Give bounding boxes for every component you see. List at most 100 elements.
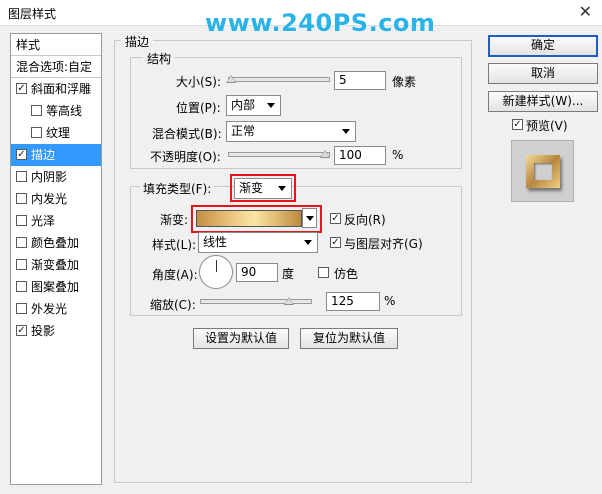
style-item[interactable]: 纹理 bbox=[11, 122, 101, 144]
style-item[interactable]: 颜色叠加 bbox=[11, 232, 101, 254]
style-item[interactable]: 渐变叠加 bbox=[11, 254, 101, 276]
style-items: ✓ 斜面和浮雕等高线纹理 ✓ 描边内阴影内发光光泽颜色叠加渐变叠加图案叠加外发光 ✓ 投影 bbox=[11, 78, 101, 342]
preview-frame-inner bbox=[534, 163, 552, 180]
style-item-label: 外发光 bbox=[31, 302, 68, 316]
new-style-button[interactable]: 新建样式(W)... bbox=[488, 91, 598, 112]
angle-dial[interactable] bbox=[199, 255, 233, 289]
style-item-label: 投影 bbox=[31, 324, 56, 338]
position-label: 位置(P): bbox=[176, 101, 221, 115]
chevron-down-icon bbox=[278, 186, 286, 191]
style-item[interactable]: ✓ 斜面和浮雕 bbox=[11, 78, 101, 100]
style-item[interactable]: ✓ 投影 bbox=[11, 320, 101, 342]
scale-slider-track[interactable] bbox=[200, 299, 312, 304]
style-item-checkbox[interactable] bbox=[16, 171, 27, 182]
style-item-checkbox[interactable] bbox=[16, 303, 27, 314]
angle-label: 角度(A): bbox=[152, 268, 198, 282]
style-item[interactable]: 图案叠加 bbox=[11, 276, 101, 298]
gradient-dropdown[interactable] bbox=[302, 208, 317, 228]
blend-mode-value: 正常 bbox=[231, 124, 256, 138]
preview-label: 预览(V) bbox=[526, 119, 568, 133]
style-item[interactable]: 内阴影 bbox=[11, 166, 101, 188]
blend-mode-label: 混合模式(B): bbox=[152, 127, 222, 141]
reverse-label: 反向(R) bbox=[344, 213, 386, 227]
angle-unit: 度 bbox=[282, 267, 295, 281]
style-item-checkbox[interactable] bbox=[16, 193, 27, 204]
watermark: www.240PS.com bbox=[205, 9, 436, 37]
style-item-checkbox[interactable] bbox=[16, 259, 27, 270]
opacity-input[interactable]: 100 bbox=[334, 146, 386, 165]
fill-type-select[interactable]: 渐变 bbox=[234, 178, 292, 199]
style-item-label: 渐变叠加 bbox=[31, 258, 80, 272]
style-item-checkbox[interactable]: ✓ bbox=[16, 149, 27, 160]
cancel-button[interactable]: 取消 bbox=[488, 63, 598, 84]
opacity-slider-thumb[interactable] bbox=[320, 150, 330, 158]
style-preview bbox=[511, 140, 574, 202]
style-item[interactable]: ✓ 描边 bbox=[11, 144, 101, 166]
style-item-checkbox[interactable] bbox=[31, 127, 42, 138]
style-item-checkbox[interactable] bbox=[31, 105, 42, 116]
size-label: 大小(S): bbox=[176, 75, 222, 89]
blend-options-label: 混合选项:自定 bbox=[16, 60, 93, 74]
style-item-label: 颜色叠加 bbox=[31, 236, 80, 250]
gradient-label: 渐变: bbox=[160, 213, 189, 227]
gradient-picker[interactable] bbox=[196, 210, 302, 227]
size-slider-thumb[interactable] bbox=[226, 75, 236, 83]
opacity-slider-track[interactable] bbox=[228, 152, 330, 157]
fill-type-value: 渐变 bbox=[239, 181, 264, 195]
styles-header[interactable]: 样式 bbox=[11, 34, 101, 56]
size-unit: 像素 bbox=[392, 75, 417, 89]
reverse-checkbox[interactable]: ✓ bbox=[330, 213, 341, 224]
position-value: 内部 bbox=[231, 98, 256, 112]
angle-needle bbox=[216, 260, 217, 272]
chevron-down-icon bbox=[267, 103, 275, 108]
style-item-checkbox[interactable] bbox=[16, 281, 27, 292]
ok-button[interactable]: 确定 bbox=[488, 35, 598, 57]
scale-input[interactable]: 125 bbox=[326, 292, 380, 311]
style-item-label: 内阴影 bbox=[31, 170, 68, 184]
style-item-checkbox[interactable] bbox=[16, 215, 27, 226]
position-select[interactable]: 内部 bbox=[226, 95, 281, 116]
style-item-checkbox[interactable] bbox=[16, 237, 27, 248]
style-item[interactable]: 等高线 bbox=[11, 100, 101, 122]
preview-frame bbox=[526, 155, 560, 188]
style-item-label: 斜面和浮雕 bbox=[31, 82, 92, 96]
chevron-down-icon bbox=[342, 129, 350, 134]
style-item-label: 图案叠加 bbox=[31, 280, 80, 294]
scale-slider-thumb[interactable] bbox=[284, 297, 294, 305]
style-item[interactable]: 内发光 bbox=[11, 188, 101, 210]
blend-options-item[interactable]: 混合选项:自定 bbox=[11, 56, 101, 78]
style-item-label: 等高线 bbox=[46, 104, 83, 118]
style-item[interactable]: 光泽 bbox=[11, 210, 101, 232]
make-default-button[interactable]: 设置为默认值 bbox=[193, 328, 289, 349]
blend-mode-select[interactable]: 正常 bbox=[226, 121, 356, 142]
scale-label: 缩放(C): bbox=[150, 298, 196, 312]
style-item-checkbox[interactable]: ✓ bbox=[16, 325, 27, 336]
close-icon[interactable]: ✕ bbox=[579, 2, 592, 21]
style-item-label: 内发光 bbox=[31, 192, 68, 206]
chevron-down-icon bbox=[306, 216, 314, 221]
styles-list: 样式 混合选项:自定 ✓ 斜面和浮雕等高线纹理 ✓ 描边内阴影内发光光泽颜色叠加渐变叠… bbox=[10, 33, 102, 485]
align-with-layer-checkbox[interactable]: ✓ bbox=[330, 237, 341, 248]
style-value: 线性 bbox=[203, 235, 228, 249]
style-item-label: 光泽 bbox=[31, 214, 56, 228]
angle-input[interactable]: 90 bbox=[236, 263, 278, 282]
size-input[interactable]: 5 bbox=[334, 71, 386, 90]
dither-label: 仿色 bbox=[334, 267, 359, 281]
size-slider-track[interactable] bbox=[228, 77, 330, 82]
fill-type-label: 填充类型(F): bbox=[140, 180, 215, 197]
style-item-label: 描边 bbox=[31, 148, 56, 162]
stroke-section-title: 描边 bbox=[121, 33, 154, 50]
dither-checkbox[interactable] bbox=[318, 267, 329, 278]
opacity-unit: % bbox=[392, 148, 404, 162]
preview-checkbox[interactable]: ✓ bbox=[512, 119, 523, 130]
style-item[interactable]: 外发光 bbox=[11, 298, 101, 320]
style-item-checkbox[interactable]: ✓ bbox=[16, 83, 27, 94]
scale-unit: % bbox=[384, 294, 396, 308]
window-title: 图层样式 bbox=[8, 7, 57, 21]
style-select[interactable]: 线性 bbox=[198, 232, 318, 253]
reset-default-button[interactable]: 复位为默认值 bbox=[300, 328, 398, 349]
style-item-label: 纹理 bbox=[46, 126, 71, 140]
opacity-label: 不透明度(O): bbox=[150, 150, 221, 164]
chevron-down-icon bbox=[304, 240, 312, 245]
align-with-layer-label: 与图层对齐(G) bbox=[344, 237, 423, 251]
